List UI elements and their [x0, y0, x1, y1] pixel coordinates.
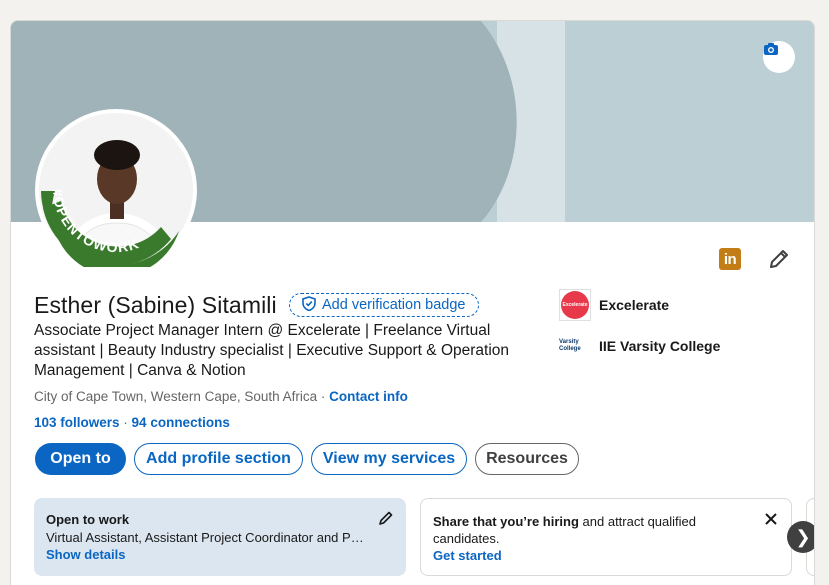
varsity-logo-line2: College — [559, 346, 581, 352]
get-started-link[interactable]: Get started — [433, 548, 779, 563]
excelerate-logo-mark: Excelerate — [561, 291, 589, 319]
open-to-work-details: Virtual Assistant, Assistant Project Coo… — [46, 530, 364, 545]
location-text: City of Cape Town, Western Cape, South A… — [34, 389, 318, 404]
open-to-work-card[interactable]: Open to work Virtual Assistant, Assistan… — [34, 498, 406, 576]
linkedin-badge-icon[interactable]: in — [719, 248, 741, 270]
close-icon[interactable] — [763, 511, 779, 527]
open-to-button[interactable]: Open to — [35, 443, 126, 475]
avatar: #OPENTOWORK — [39, 113, 193, 267]
view-my-services-button[interactable]: View my services — [311, 443, 467, 475]
network-line: 103 followers · 94 connections — [34, 415, 230, 430]
network-separator: · — [119, 415, 132, 430]
location-separator: · — [317, 389, 330, 404]
add-profile-section-button[interactable]: Add profile section — [134, 443, 303, 475]
org-name: Excelerate — [599, 297, 670, 313]
hiring-bold: Share that you’re hiring — [433, 514, 579, 529]
carousel-next-button[interactable]: ❯ — [787, 521, 814, 553]
location-line: City of Cape Town, Western Cape, South A… — [34, 389, 408, 404]
connections-link[interactable]: 94 connections — [132, 415, 230, 430]
profile-photo[interactable]: #OPENTOWORK — [35, 109, 197, 271]
excelerate-logo: Excelerate — [559, 289, 591, 321]
profile-headline: Associate Project Manager Intern @ Excel… — [34, 322, 510, 379]
edit-intro-pencil-icon[interactable] — [767, 247, 791, 271]
hiring-card[interactable]: Share that you’re hiring and attract qua… — [420, 498, 792, 576]
org-name: IIE Varsity College — [599, 338, 721, 354]
verify-label: Add verification badge — [322, 297, 466, 313]
profile-card: #OPENTOWORK in Esther (Sabine) Sitamili … — [10, 20, 815, 585]
edit-banner-button[interactable] — [763, 41, 795, 73]
followers-link[interactable]: 103 followers — [34, 415, 120, 430]
varsity-college-logo: Varsity College — [559, 337, 591, 355]
shield-check-icon — [302, 295, 316, 315]
contact-info-link[interactable]: Contact info — [329, 389, 408, 404]
profile-name: Esther (Sabine) Sitamili — [34, 292, 277, 318]
org-item-varsity-college[interactable]: Varsity College IIE Varsity College — [559, 337, 720, 355]
hiring-text: Share that you’re hiring and attract qua… — [433, 513, 743, 547]
org-item-excelerate[interactable]: Excelerate Excelerate — [559, 289, 669, 321]
edit-open-to-work-pencil-icon[interactable] — [378, 510, 394, 526]
resources-button[interactable]: Resources — [475, 443, 579, 475]
open-to-work-title: Open to work — [46, 512, 130, 527]
chevron-right-icon: ❯ — [795, 526, 811, 547]
show-details-link[interactable]: Show details — [46, 547, 394, 562]
add-verification-badge-button[interactable]: Add verification badge — [289, 293, 479, 317]
varsity-logo-line1: Varsity — [559, 339, 579, 345]
